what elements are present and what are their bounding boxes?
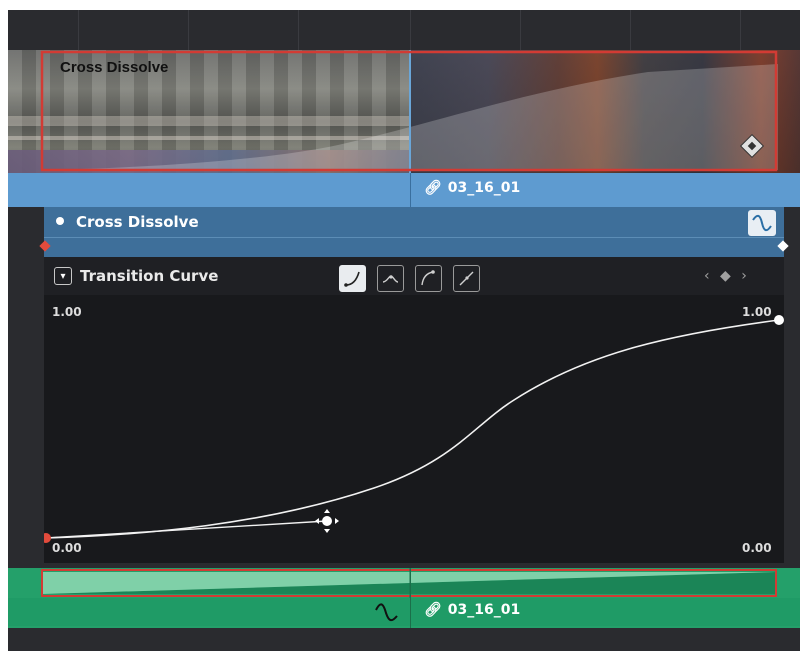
curve-end-point	[774, 315, 784, 325]
video-clip-name: 🔗︎ 03_16_01	[424, 180, 520, 196]
link-icon: 🔗︎	[424, 602, 442, 618]
keyframe-navigation[interactable]: ‹ ◆ ›	[704, 268, 750, 284]
curve-svg	[44, 315, 784, 543]
curve-wave-icon	[752, 214, 772, 232]
audio-clip-name: 🔗︎ 03_16_01	[424, 602, 520, 618]
audio-transition-overlay[interactable]	[8, 568, 800, 598]
collapse-button[interactable]: ▾	[54, 267, 72, 285]
grid-line	[410, 10, 411, 50]
chevron-down-icon: ▾	[60, 270, 66, 282]
timeline-app: Cross Dissolve 🔗︎ 03_16_01 Cross Dissolv…	[8, 10, 800, 651]
curve-editor-toggle-button[interactable]	[748, 210, 776, 236]
ease-out-curve-icon	[421, 270, 435, 286]
transition-header[interactable]: Cross Dissolve	[44, 207, 784, 237]
linear-curve-icon	[459, 271, 474, 286]
audio-clip-divider	[410, 568, 411, 628]
curve-toolbar: ▾ Transition Curve ‹ ◆ ›	[44, 257, 784, 295]
ease-in-curve-icon	[344, 271, 360, 287]
empty-track-area	[8, 628, 800, 651]
grid-line	[630, 10, 631, 50]
transition-curve-graph[interactable]: 1.00 1.00 0.00 0.00	[44, 295, 784, 563]
keyframe-start-icon[interactable]	[39, 240, 51, 252]
transition-enable-dot[interactable]	[56, 217, 64, 225]
transition-overlay[interactable]: Cross Dissolve	[8, 50, 800, 180]
grid-line	[78, 10, 79, 50]
bezier-handle-move-icon[interactable]	[315, 509, 339, 533]
linear-curve-button[interactable]	[453, 265, 480, 292]
grid-line	[520, 10, 521, 50]
grid-line	[188, 10, 189, 50]
ease-out-curve-button[interactable]	[415, 265, 442, 292]
grid-line	[298, 10, 299, 50]
grid-line	[740, 10, 741, 50]
ease-in-out-curve-button[interactable]	[377, 265, 404, 292]
audio-clip-track[interactable]: 🔗︎ 03_16_01	[8, 568, 800, 628]
transition-curve-editor: Cross Dissolve ▾ Transition Curve ‹ ◆ › …	[39, 207, 789, 563]
transition-curve-line	[45, 319, 780, 539]
bezier-handle-line	[45, 520, 328, 539]
ease-in-curve-button[interactable]	[339, 265, 366, 292]
transition-name: Cross Dissolve	[76, 213, 199, 231]
ease-in-out-curve-icon	[382, 275, 399, 283]
link-icon: 🔗︎	[424, 180, 442, 196]
curve-panel-title: Transition Curve	[80, 267, 219, 285]
audio-curve-icon[interactable]	[374, 602, 400, 624]
video-clip-label-bar[interactable]: 🔗︎ 03_16_01	[8, 173, 800, 207]
keyframe-end-icon[interactable]	[777, 240, 789, 252]
transition-clip-title: Cross Dissolve	[60, 59, 168, 76]
clip-divider	[410, 173, 411, 207]
video-clip-label: 03_16_01	[447, 180, 521, 196]
audio-clip-label: 03_16_01	[447, 602, 521, 618]
keyframe-track[interactable]	[39, 237, 789, 258]
curve-start-point	[44, 533, 51, 543]
audio-clip-label-bar[interactable]	[8, 598, 800, 626]
